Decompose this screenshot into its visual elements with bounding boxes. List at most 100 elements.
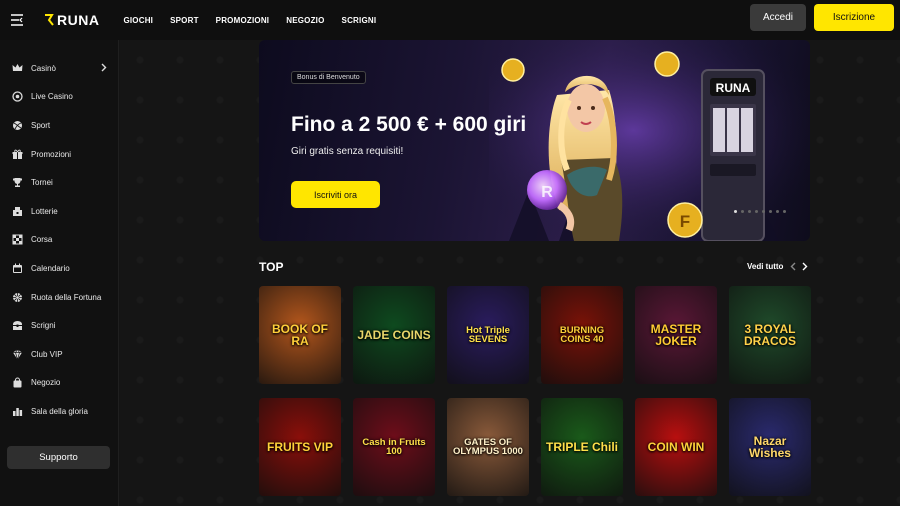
game-title: GATES OF OLYMPUS 1000 (453, 436, 523, 457)
sidebar-item-lotterie[interactable]: Lotterie (0, 197, 118, 226)
bonus-badge: Bonus di Benvenuto (291, 71, 366, 84)
welcome-bonus-banner[interactable]: RUNA R F Bonus di Benvenuto Fino a 2 500… (259, 40, 810, 241)
sidebar-item-club-vip[interactable]: Club VIP (0, 340, 118, 369)
support-button[interactable]: Supporto (7, 446, 110, 469)
game-title: BOOK OF RA (272, 322, 328, 348)
game-title: JADE COINS (357, 328, 431, 342)
carousel-dot[interactable] (734, 210, 737, 213)
sidebar-item-label: Negozio (31, 378, 61, 388)
logo-mark-icon (45, 14, 54, 26)
hall-icon (12, 406, 23, 417)
sidebar-item-label: Tornei (31, 178, 53, 188)
sidebar-item-negozio[interactable]: Negozio (0, 369, 118, 398)
carousel-dot[interactable] (748, 210, 751, 213)
game-tile[interactable]: Hot Triple SEVENS (447, 286, 529, 384)
runa-logo[interactable]: RUNA (44, 12, 99, 28)
carousel-dot[interactable] (769, 210, 772, 213)
game-title: BURNING COINS 40 (559, 324, 605, 345)
nav-scrigni[interactable]: SCRIGNI (342, 16, 377, 25)
nav-sport[interactable]: SPORT (170, 16, 199, 25)
crown-icon (12, 63, 23, 74)
signup-button[interactable]: Iscrizione (814, 4, 894, 31)
game-title: MASTER JOKER (650, 322, 702, 348)
trophy-icon (12, 177, 23, 188)
sidebar-item-corsa[interactable]: Corsa (0, 226, 118, 255)
sidebar-item-label: Casinò (31, 63, 56, 73)
carousel-dot[interactable] (762, 210, 765, 213)
sidebar-item-label: Sport (31, 120, 51, 130)
orb-rune: R (541, 184, 553, 201)
sidebar-item-live-casino[interactable]: Live Casino (0, 83, 118, 112)
game-title: FRUITS VIP (266, 440, 333, 454)
login-button[interactable]: Accedi (750, 4, 806, 31)
game-tile[interactable]: Nazar Wishes (729, 398, 811, 496)
banner-title: Fino a 2 500 € + 600 giri (291, 113, 527, 136)
wheel-icon (12, 292, 23, 303)
chest-icon (12, 320, 23, 331)
sidebar-item-label: Corsa (31, 235, 53, 245)
game-tile[interactable]: JADE COINS (353, 286, 435, 384)
see-all-link[interactable]: Vedi tutto (747, 262, 783, 271)
chevron-right-icon (101, 63, 107, 72)
chevron-left-icon (790, 262, 796, 270)
sidebar-item-label: Calendario (31, 263, 70, 273)
game-tile[interactable]: COIN WIN (635, 398, 717, 496)
sidebar-item-label: Ruota della Fortuna (31, 292, 102, 302)
game-tile[interactable]: BOOK OF RA (259, 286, 341, 384)
register-now-button[interactable]: Iscriviti ora (291, 181, 380, 208)
main-content: RUNA R F Bonus di Benvenuto Fino a 2 500… (120, 40, 900, 506)
sidebar-item-sport[interactable]: Sport (0, 111, 118, 140)
nav-negozio[interactable]: NEGOZIO (286, 16, 324, 25)
sidebar: Casinò Live Casino Sport Promozioni Torn… (0, 40, 119, 506)
sidebar-item-label: Club VIP (31, 349, 63, 359)
game-tile[interactable]: GATES OF OLYMPUS 1000 (447, 398, 529, 496)
vip-icon (12, 348, 23, 360)
carousel-dot[interactable] (755, 210, 758, 213)
game-tile[interactable]: BURNING COINS 40 (541, 286, 623, 384)
race-flag-icon (12, 234, 23, 245)
next-arrow-button[interactable] (800, 261, 810, 271)
menu-toggle-button[interactable] (0, 0, 34, 40)
carousel-dots (734, 210, 786, 213)
logo-text: RUNA (57, 12, 100, 28)
sidebar-item-calendario[interactable]: Calendario (0, 254, 118, 283)
calendar-icon (12, 263, 23, 274)
sidebar-item-promozioni[interactable]: Promozioni (0, 140, 118, 169)
sidebar-item-label: Scrigni (31, 321, 56, 331)
sidebar-item-tornei[interactable]: Tornei (0, 168, 118, 197)
sidebar-item-casino[interactable]: Casinò (0, 54, 118, 83)
carousel-dot[interactable] (741, 210, 744, 213)
sidebar-item-label: Lotterie (31, 206, 58, 216)
game-title: Cash in Fruits 100 (362, 436, 426, 457)
prev-arrow-button[interactable] (788, 261, 798, 271)
main-nav: GIOCHI SPORT PROMOZIONI NEGOZIO SCRIGNI (123, 16, 376, 25)
gift-icon (12, 149, 23, 160)
game-title: COIN WIN (647, 440, 705, 454)
sidebar-item-ruota-della-fortuna[interactable]: Ruota della Fortuna (0, 283, 118, 312)
game-tile[interactable]: 3 ROYAL DRACOS (729, 286, 811, 384)
game-title: Nazar Wishes (749, 434, 791, 460)
menu-icon (11, 14, 23, 26)
section-title: TOP (259, 260, 284, 274)
carousel-dot[interactable] (783, 210, 786, 213)
sidebar-item-label: Sala della gloria (31, 406, 88, 416)
ball-icon (12, 120, 23, 131)
game-tile[interactable]: MASTER JOKER (635, 286, 717, 384)
chip-icon (12, 91, 23, 103)
ticket-icon (12, 206, 23, 217)
game-tile[interactable]: FRUITS VIP (259, 398, 341, 496)
sidebar-item-label: Promozioni (31, 149, 72, 159)
game-title: Hot Triple SEVENS (466, 324, 510, 345)
sidebar-item-sala-della-gloria[interactable]: Sala della gloria (0, 397, 118, 426)
carousel-dot[interactable] (776, 210, 779, 213)
game-title: TRIPLE Chili (546, 440, 618, 454)
nav-promozioni[interactable]: PROMOZIONI (216, 16, 270, 25)
game-title: 3 ROYAL DRACOS (743, 322, 796, 348)
nav-giochi[interactable]: GIOCHI (123, 16, 153, 25)
game-tile[interactable]: TRIPLE Chili (541, 398, 623, 496)
sidebar-item-scrigni[interactable]: Scrigni (0, 311, 118, 340)
banner-subtitle: Giri gratis senza requisiti! (291, 146, 404, 157)
top-bar: RUNA GIOCHI SPORT PROMOZIONI NEGOZIO SCR… (0, 0, 900, 40)
chevron-right-icon (802, 262, 808, 270)
game-tile[interactable]: Cash in Fruits 100 (353, 398, 435, 496)
